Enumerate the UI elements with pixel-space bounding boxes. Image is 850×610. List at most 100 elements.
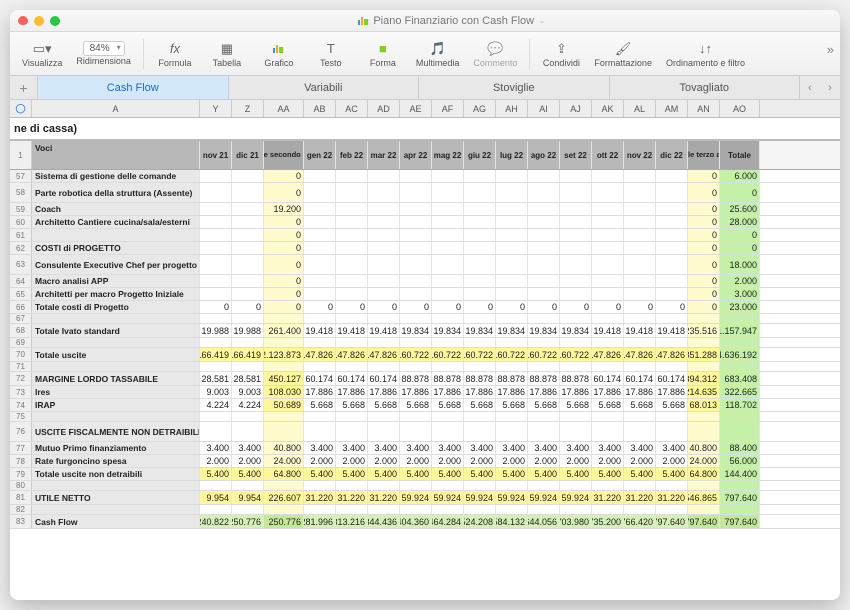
cell[interactable]: 0 xyxy=(656,301,688,313)
cell[interactable]: 3.400 xyxy=(304,442,336,454)
cell[interactable] xyxy=(528,183,560,202)
cell-total-y3[interactable] xyxy=(688,422,720,441)
cell[interactable]: 5.668 xyxy=(592,399,624,411)
cell[interactable] xyxy=(400,170,432,182)
cell[interactable] xyxy=(400,216,432,228)
cell[interactable]: 3.400 xyxy=(232,442,264,454)
cell[interactable]: 17.886 xyxy=(368,386,400,398)
cell[interactable] xyxy=(528,229,560,241)
cell-total[interactable] xyxy=(720,505,760,514)
cell[interactable] xyxy=(528,481,560,490)
row-label[interactable]: Consulente Executive Chef per progetto xyxy=(32,255,200,274)
cell[interactable]: 31.220 xyxy=(336,491,368,504)
cell[interactable] xyxy=(368,412,400,421)
cell-total-y2[interactable]: 19.200 xyxy=(264,203,304,215)
cell[interactable]: 19.418 xyxy=(336,324,368,337)
cell[interactable] xyxy=(232,412,264,421)
cell-total-y2[interactable]: 64.800 xyxy=(264,468,304,480)
text-button[interactable]: TTesto xyxy=(306,38,356,70)
cell[interactable]: 88.878 xyxy=(432,372,464,385)
cell[interactable] xyxy=(232,362,264,371)
cell[interactable] xyxy=(528,255,560,274)
cell[interactable] xyxy=(464,422,496,441)
cell[interactable]: 17.886 xyxy=(560,386,592,398)
cell[interactable]: 59.924 xyxy=(464,491,496,504)
cell[interactable] xyxy=(232,255,264,274)
cell[interactable]: 250.776 xyxy=(232,515,264,528)
row-number[interactable]: 59 xyxy=(10,203,32,215)
cell[interactable] xyxy=(400,288,432,300)
row-number[interactable]: 71 xyxy=(10,362,32,371)
cell-total-y2[interactable]: 0 xyxy=(264,183,304,202)
minimize-icon[interactable] xyxy=(34,16,44,26)
cell[interactable] xyxy=(232,314,264,323)
cell[interactable] xyxy=(432,338,464,347)
cell[interactable]: 5.668 xyxy=(336,399,368,411)
comment-button[interactable]: 💬Commento xyxy=(467,38,523,70)
col-header-AD[interactable]: AD xyxy=(368,100,400,117)
cell[interactable] xyxy=(200,481,232,490)
cell[interactable]: 9.003 xyxy=(200,386,232,398)
cell-total[interactable] xyxy=(720,362,760,371)
col-header-AB[interactable]: AB xyxy=(304,100,336,117)
cell-total-y2[interactable]: 0 xyxy=(264,288,304,300)
cell[interactable] xyxy=(368,170,400,182)
cell[interactable]: 19.418 xyxy=(656,324,688,337)
cell[interactable] xyxy=(464,505,496,514)
cell[interactable] xyxy=(432,288,464,300)
cell[interactable] xyxy=(232,170,264,182)
cell[interactable]: 59.924 xyxy=(560,491,592,504)
cell[interactable]: 3.400 xyxy=(656,442,688,454)
cell[interactable]: 160.722 xyxy=(528,348,560,361)
cell[interactable] xyxy=(336,481,368,490)
cell[interactable]: 88.878 xyxy=(400,372,432,385)
cell[interactable]: 5.400 xyxy=(592,468,624,480)
cell[interactable]: 60.174 xyxy=(656,372,688,385)
col-header-AO[interactable]: AO xyxy=(720,100,760,117)
cell[interactable] xyxy=(336,338,368,347)
cell[interactable] xyxy=(464,203,496,215)
cell[interactable] xyxy=(400,275,432,287)
row-number[interactable]: 75 xyxy=(10,412,32,421)
row-number[interactable]: 61 xyxy=(10,229,32,241)
cell[interactable]: 644.056 xyxy=(528,515,560,528)
cell[interactable]: 344.436 xyxy=(368,515,400,528)
cell[interactable] xyxy=(432,229,464,241)
cell[interactable] xyxy=(200,505,232,514)
cell-total-y2[interactable]: 0 xyxy=(264,301,304,313)
cell[interactable] xyxy=(592,229,624,241)
cell[interactable]: 2.000 xyxy=(656,455,688,467)
row-label[interactable]: Architetto Cantiere cucina/sala/esterni xyxy=(32,216,200,228)
cell-total-y3[interactable]: 68.013 xyxy=(688,399,720,411)
cell[interactable] xyxy=(496,229,528,241)
cell[interactable]: 5.668 xyxy=(624,399,656,411)
cell[interactable]: 2.000 xyxy=(560,455,592,467)
cell[interactable] xyxy=(200,422,232,441)
cell[interactable] xyxy=(304,255,336,274)
cell[interactable] xyxy=(656,412,688,421)
row-label[interactable] xyxy=(32,338,200,347)
row-number[interactable]: 76 xyxy=(10,422,32,441)
cell[interactable] xyxy=(560,275,592,287)
cell[interactable] xyxy=(200,412,232,421)
row-number[interactable]: 62 xyxy=(10,242,32,254)
cell[interactable] xyxy=(528,216,560,228)
close-icon[interactable] xyxy=(18,16,28,26)
cell[interactable] xyxy=(528,314,560,323)
cell[interactable]: 19.988 xyxy=(200,324,232,337)
cell-total-y3[interactable] xyxy=(688,412,720,421)
cell[interactable] xyxy=(592,505,624,514)
cell[interactable] xyxy=(656,229,688,241)
cell[interactable] xyxy=(656,216,688,228)
cell[interactable] xyxy=(496,288,528,300)
cell[interactable]: 0 xyxy=(464,301,496,313)
cell[interactable] xyxy=(592,481,624,490)
row-number[interactable]: 82 xyxy=(10,505,32,514)
cell[interactable]: 17.886 xyxy=(464,386,496,398)
cell[interactable]: 2.000 xyxy=(592,455,624,467)
cell-total[interactable]: 0 xyxy=(720,242,760,254)
cell[interactable]: 17.886 xyxy=(528,386,560,398)
cell-total-y2[interactable]: 0 xyxy=(264,242,304,254)
cell-total[interactable] xyxy=(720,422,760,441)
cell-total-y2[interactable] xyxy=(264,314,304,323)
